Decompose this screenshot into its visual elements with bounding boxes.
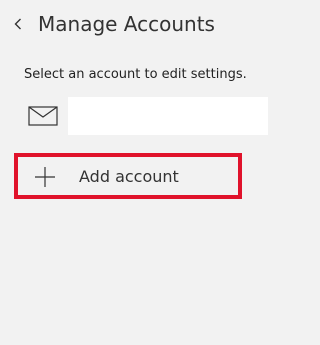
- plus-icon: [34, 166, 56, 188]
- add-account-label: Add account: [79, 167, 179, 186]
- mail-icon: [28, 97, 58, 135]
- add-account-button[interactable]: Add account: [14, 153, 242, 199]
- instruction-text: Select an account to edit settings.: [24, 67, 247, 82]
- back-button[interactable]: [8, 12, 28, 36]
- account-item[interactable]: [28, 97, 268, 135]
- header: Manage Accounts: [0, 0, 312, 52]
- chevron-left-icon: [14, 15, 22, 34]
- account-name-field[interactable]: [68, 97, 268, 135]
- page-title: Manage Accounts: [38, 12, 215, 36]
